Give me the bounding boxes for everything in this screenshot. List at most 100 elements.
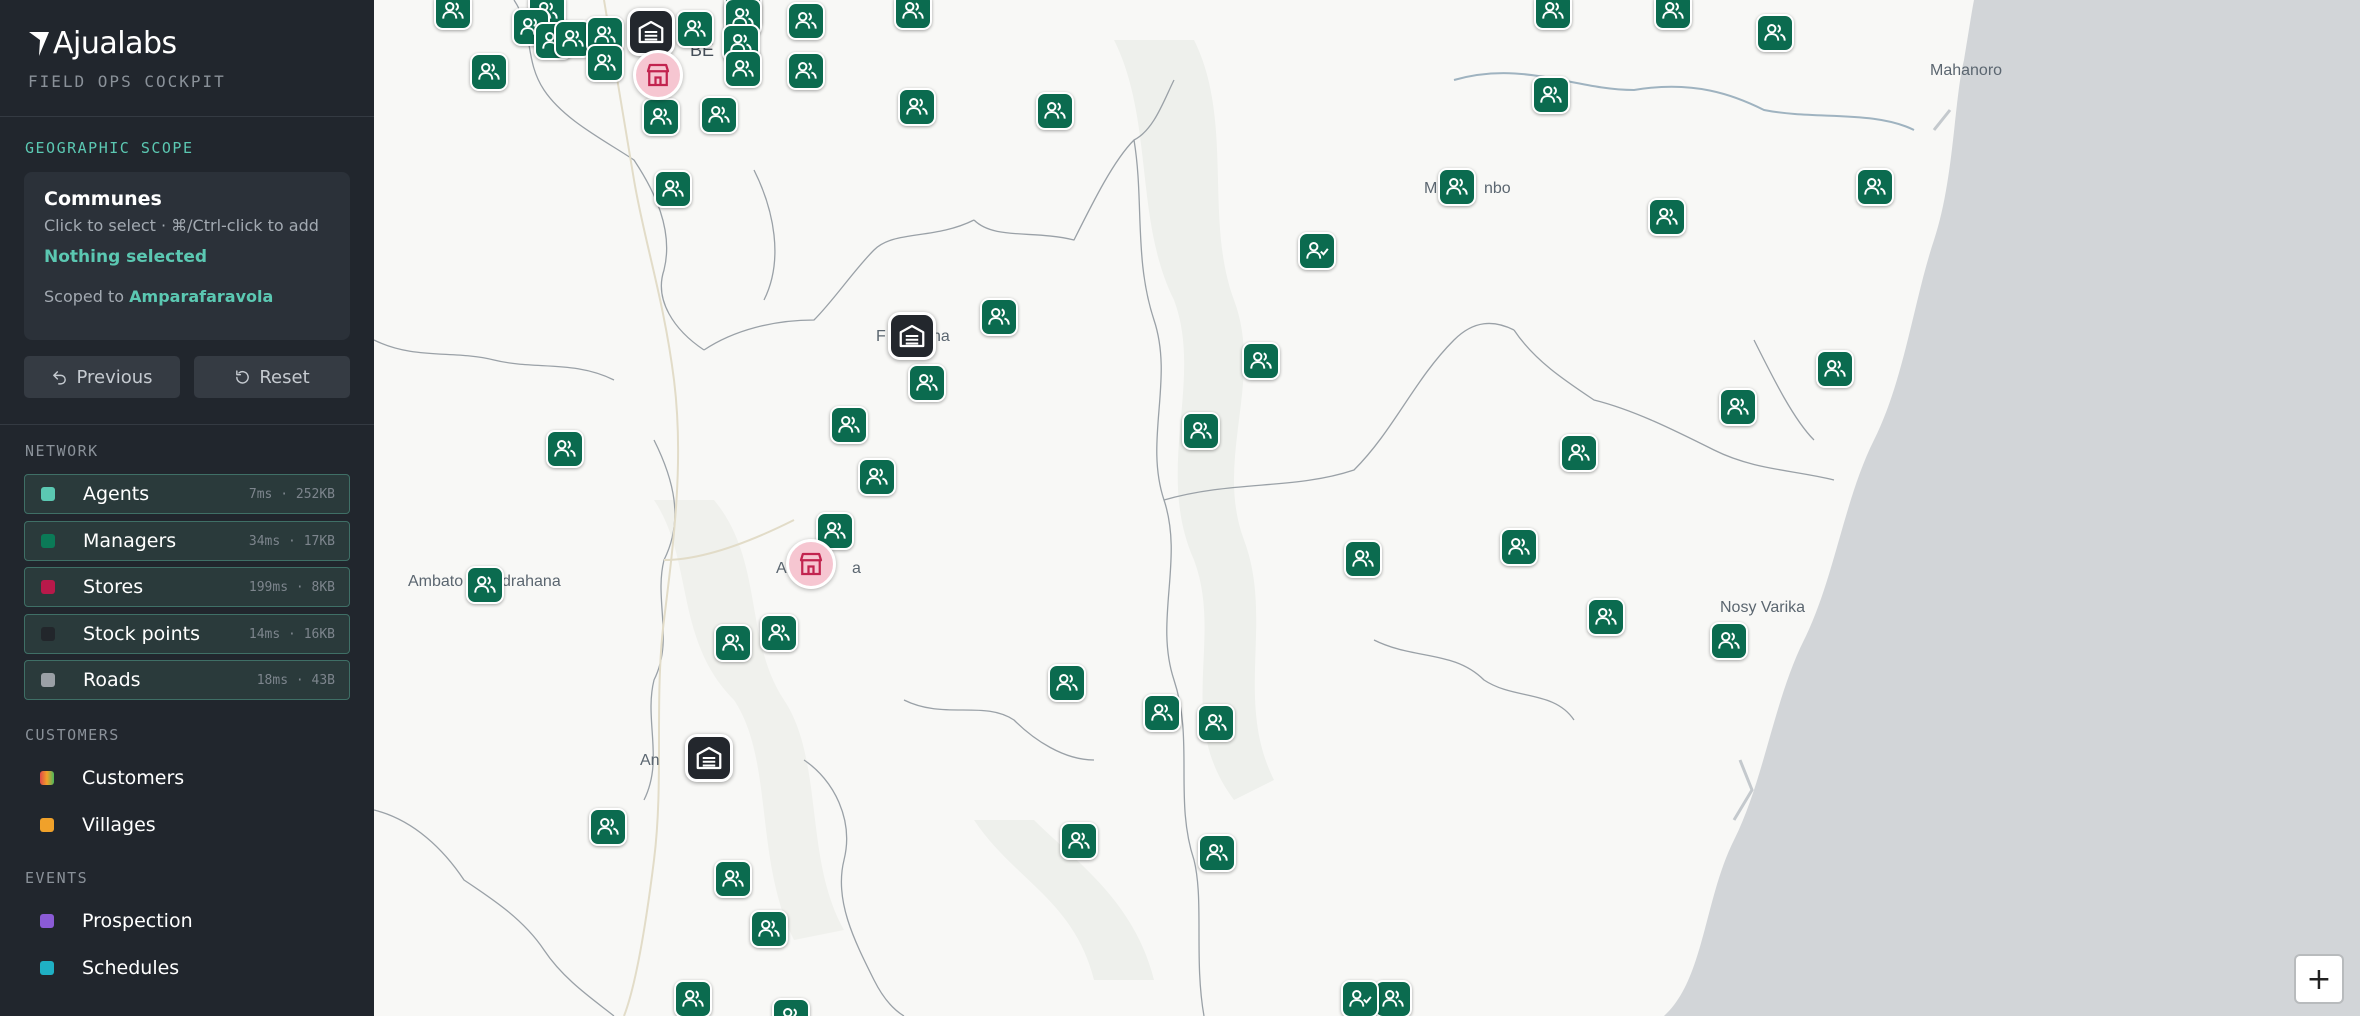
zoom-in-button[interactable]: + <box>2296 956 2342 1002</box>
manager-marker[interactable] <box>1341 980 1379 1016</box>
agent-marker[interactable] <box>1756 14 1794 52</box>
users-icon <box>1206 844 1228 861</box>
agent-marker[interactable] <box>1197 704 1235 742</box>
place-label-nosy-varika: Nosy Varika <box>1720 599 1806 616</box>
store-icon <box>646 63 670 87</box>
agent-marker[interactable] <box>1438 168 1476 206</box>
agent-marker[interactable] <box>787 2 825 40</box>
agent-marker[interactable] <box>760 614 798 652</box>
agent-marker[interactable] <box>1710 622 1748 660</box>
agent-marker[interactable] <box>1856 168 1894 206</box>
stores-swatch <box>41 580 55 594</box>
scope-card-title: Communes <box>44 188 162 210</box>
agent-marker[interactable] <box>466 566 504 604</box>
agent-marker[interactable] <box>714 624 752 662</box>
schedules-swatch <box>40 961 54 975</box>
layer-label: Villages <box>82 814 156 836</box>
agent-marker[interactable] <box>1500 528 1538 566</box>
agent-marker[interactable] <box>434 0 472 30</box>
agent-marker[interactable] <box>674 980 712 1016</box>
users-icon <box>732 60 754 77</box>
agent-marker[interactable] <box>858 458 896 496</box>
agent-marker[interactable] <box>830 406 868 444</box>
geographic-scope-title: GEOGRAPHIC SCOPE <box>25 139 194 157</box>
agent-marker[interactable] <box>1532 76 1570 114</box>
manager-marker[interactable] <box>1298 232 1336 270</box>
reset-button[interactable]: Reset <box>194 356 350 398</box>
layer-label: Stores <box>83 576 144 598</box>
users-icon <box>824 522 846 539</box>
layer-roads[interactable]: Roads 18ms · 43B <box>24 660 350 700</box>
agent-marker[interactable] <box>1048 664 1086 702</box>
users-icon <box>597 818 619 835</box>
agent-marker[interactable] <box>1648 198 1686 236</box>
agent-marker[interactable] <box>724 50 762 88</box>
store-marker[interactable] <box>786 539 836 589</box>
agent-marker[interactable] <box>676 10 714 48</box>
agent-marker[interactable] <box>980 298 1018 336</box>
agent-marker[interactable] <box>1374 980 1412 1016</box>
agent-marker[interactable] <box>772 998 810 1016</box>
users-icon <box>758 920 780 937</box>
layer-stores[interactable]: Stores 199ms · 8KB <box>24 567 350 607</box>
agent-marker[interactable] <box>1242 342 1280 380</box>
agent-marker[interactable] <box>700 96 738 134</box>
layer-label: Schedules <box>82 957 180 979</box>
agent-marker[interactable] <box>1719 388 1757 426</box>
layer-meta: 18ms · 43B <box>256 672 335 688</box>
agent-marker[interactable] <box>1560 434 1598 472</box>
agent-marker[interactable] <box>787 52 825 90</box>
agent-marker[interactable] <box>654 170 692 208</box>
agent-marker[interactable] <box>1534 0 1572 30</box>
layer-meta: 7ms · 252KB <box>248 486 335 502</box>
users-icon <box>650 108 672 125</box>
layer-schedules[interactable]: Schedules <box>24 948 350 988</box>
users-icon <box>1508 538 1530 555</box>
agent-marker[interactable] <box>1036 92 1074 130</box>
agent-marker[interactable] <box>1060 822 1098 860</box>
agent-marker[interactable] <box>546 430 584 468</box>
agent-marker[interactable] <box>894 0 932 30</box>
customers-swatch <box>40 771 54 785</box>
stock-marker[interactable] <box>627 8 675 56</box>
layer-label: Customers <box>82 767 185 789</box>
stock-marker[interactable] <box>888 312 936 360</box>
layer-agents[interactable]: Agents 7ms · 252KB <box>24 474 350 514</box>
agent-marker[interactable] <box>589 808 627 846</box>
store-icon <box>799 552 823 576</box>
layer-villages[interactable]: Villages <box>24 805 350 845</box>
agent-marker[interactable] <box>1143 694 1181 732</box>
layer-label: Managers <box>83 530 177 552</box>
previous-button[interactable]: Previous <box>24 356 180 398</box>
warehouse-icon <box>899 324 925 348</box>
agent-marker[interactable] <box>714 860 752 898</box>
sidebar: Ajualabs FIELD OPS COCKPIT GEOGRAPHIC SC… <box>0 0 374 1016</box>
agent-marker[interactable] <box>908 364 946 402</box>
agent-marker[interactable] <box>586 44 624 82</box>
stock-marker[interactable] <box>685 734 733 782</box>
brand-logo[interactable]: Ajualabs <box>27 26 177 61</box>
agent-marker[interactable] <box>470 53 508 91</box>
layer-label: Stock points <box>83 623 200 645</box>
user-check-icon <box>1306 242 1329 259</box>
layer-prospection[interactable]: Prospection <box>24 901 350 941</box>
agent-marker[interactable] <box>750 910 788 948</box>
users-icon <box>662 180 684 197</box>
agent-marker[interactable] <box>1182 412 1220 450</box>
agent-marker[interactable] <box>1654 0 1692 30</box>
layer-customers[interactable]: Customers <box>24 758 350 798</box>
agent-marker[interactable] <box>1816 350 1854 388</box>
users-icon <box>1044 102 1066 119</box>
agent-marker[interactable] <box>1344 540 1382 578</box>
store-marker[interactable] <box>633 50 683 100</box>
map-canvas[interactable]: Mahanoro Ma nbo Ambato drahana Nosy Vari… <box>374 0 2360 1016</box>
users-icon <box>684 20 706 37</box>
layer-managers[interactable]: Managers 34ms · 17KB <box>24 521 350 561</box>
users-icon <box>594 54 616 71</box>
agent-marker[interactable] <box>898 88 936 126</box>
agent-marker[interactable] <box>642 98 680 136</box>
agent-marker[interactable] <box>1587 598 1625 636</box>
agent-marker[interactable] <box>1198 834 1236 872</box>
warehouse-icon <box>638 20 664 44</box>
layer-stock-points[interactable]: Stock points 14ms · 16KB <box>24 614 350 654</box>
